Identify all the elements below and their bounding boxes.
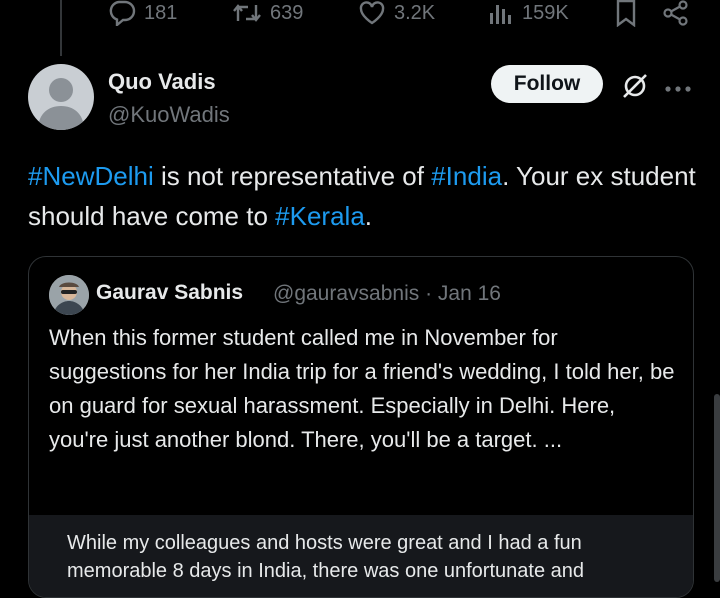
quoted-author-name[interactable]: Gaurav Sabnis xyxy=(96,281,243,305)
grok-button[interactable] xyxy=(620,71,650,106)
author-display-name[interactable]: Quo Vadis xyxy=(108,69,216,95)
repost-icon xyxy=(233,4,261,22)
repost-count: 639 xyxy=(270,1,304,24)
reply-icon xyxy=(109,0,136,26)
grok-icon xyxy=(623,74,647,98)
avatar-photo-icon xyxy=(49,275,89,315)
hashtag-india-link[interactable]: #India xyxy=(431,161,502,191)
quoted-post-card[interactable]: Gaurav Sabnis @gauravsabnis · Jan 16 Whe… xyxy=(28,256,694,598)
bookmark-button[interactable] xyxy=(614,0,638,27)
follow-button[interactable]: Follow xyxy=(491,65,603,103)
avatar[interactable] xyxy=(28,64,94,130)
views-count: 159K xyxy=(522,1,569,24)
quoted-media-text: While my colleagues and hosts were great… xyxy=(67,532,584,582)
post-text-segment: is not representative of xyxy=(153,161,432,191)
parent-post-action-bar: 181 639 3.2K 159K xyxy=(0,0,720,30)
repost-button[interactable]: 639 xyxy=(232,0,303,26)
like-count: 3.2K xyxy=(394,1,436,24)
share-button[interactable] xyxy=(662,0,690,26)
post-text: #NewDelhi is not representative of #Indi… xyxy=(28,156,698,236)
like-icon xyxy=(359,1,385,25)
quoted-post-text: When this former student called me in No… xyxy=(49,325,675,452)
hashtag-kerala-link[interactable]: #Kerala xyxy=(275,201,365,231)
more-icon xyxy=(665,86,691,92)
like-button[interactable]: 3.2K xyxy=(358,0,435,26)
author-handle[interactable]: @KuoWadis xyxy=(108,102,230,128)
default-avatar-icon xyxy=(38,78,84,130)
quoted-author-avatar[interactable] xyxy=(49,275,89,315)
quoted-author-handle-date: @gauravsabnis · Jan 16 xyxy=(273,282,501,305)
views-button[interactable]: 159K xyxy=(488,0,569,26)
bookmark-icon xyxy=(616,0,636,27)
quoted-post-media[interactable]: While my colleagues and hosts were great… xyxy=(29,515,693,597)
hashtag-newdelhi-link[interactable]: #NewDelhi xyxy=(28,161,154,191)
views-icon xyxy=(490,5,511,24)
share-icon xyxy=(663,0,688,26)
reply-button[interactable]: 181 xyxy=(108,0,177,26)
more-options-button[interactable] xyxy=(664,80,692,98)
scrollbar[interactable] xyxy=(714,394,720,582)
reply-count: 181 xyxy=(144,1,178,24)
post-text-segment: . xyxy=(364,201,373,231)
